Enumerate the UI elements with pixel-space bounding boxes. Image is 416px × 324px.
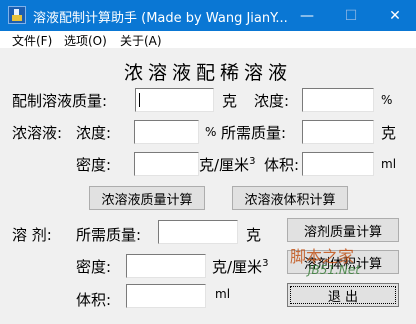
target-conc-label: 浓度: xyxy=(254,92,290,110)
concentrated-conc-unit: % xyxy=(205,125,217,139)
concentrated-mass-unit: 克 xyxy=(381,124,397,142)
solvent-mass-unit: 克 xyxy=(246,226,262,244)
target-conc-input[interactable] xyxy=(302,88,374,112)
calc-solvent-mass-button[interactable]: 溶剂质量计算 xyxy=(287,218,399,242)
menu-file[interactable]: 文件(F) xyxy=(12,32,52,49)
minimize-button[interactable]: — xyxy=(286,0,328,31)
calc-solvent-volume-button[interactable]: 溶剂体积计算 xyxy=(287,250,399,274)
concentrated-density-label: 密度: xyxy=(76,156,112,174)
concentrated-conc-label: 浓度: xyxy=(76,124,112,142)
target-conc-unit: % xyxy=(381,93,393,107)
density-exponent: 3 xyxy=(249,156,256,167)
target-mass-unit: 克 xyxy=(222,92,238,110)
concentrated-density-input[interactable] xyxy=(134,152,199,176)
title-bar[interactable]: 溶液配制计算助手 (Made by Wang JianY... — ☐ ✕ xyxy=(0,0,416,31)
solvent-mass-input[interactable] xyxy=(158,220,238,244)
calc-concentrated-volume-button[interactable]: 浓溶液体积计算 xyxy=(232,186,348,210)
window-title: 溶液配制计算助手 (Made by Wang JianY... xyxy=(33,11,288,26)
maximize-button[interactable]: ☐ xyxy=(330,0,372,31)
menu-bar: 文件(F) 选项(O) 关于(A) xyxy=(0,31,416,48)
solvent-density-unit: 克/厘米3 xyxy=(212,258,269,276)
solvent-volume-input[interactable] xyxy=(126,284,206,308)
concentrated-mass-input[interactable] xyxy=(302,120,374,144)
calc-concentrated-mass-button[interactable]: 浓溶液质量计算 xyxy=(89,186,205,210)
solvent-density-label: 密度: xyxy=(76,258,112,276)
text-caret xyxy=(139,93,140,107)
solvent-mass-label: 所需质量: xyxy=(76,226,142,244)
solvent-volume-label: 体积: xyxy=(76,291,112,309)
main-panel: 浓溶液配稀溶液 配制溶液质量: 克 浓度: % 浓溶液: 浓度: % 所需质量:… xyxy=(0,48,416,324)
solvent-density-input[interactable] xyxy=(126,254,206,278)
concentrated-conc-input[interactable] xyxy=(134,120,199,144)
concentrated-volume-label: 体积: xyxy=(264,156,300,174)
density-exponent: 3 xyxy=(262,258,269,269)
exit-button[interactable]: 退 出 xyxy=(287,283,399,307)
target-mass-label: 配制溶液质量: xyxy=(12,92,108,110)
concentrated-volume-input[interactable] xyxy=(302,152,374,176)
app-icon[interactable] xyxy=(8,6,26,24)
target-mass-input[interactable] xyxy=(135,88,214,112)
solvent-volume-unit: ml xyxy=(215,287,231,301)
page-title: 浓溶液配稀溶液 xyxy=(123,62,292,84)
solvent-label: 溶 剂: xyxy=(12,226,52,244)
menu-options[interactable]: 选项(O) xyxy=(64,32,107,49)
concentrated-volume-unit: ml xyxy=(381,157,397,171)
concentrated-label: 浓溶液: xyxy=(12,124,63,142)
menu-about[interactable]: 关于(A) xyxy=(120,32,162,49)
close-button[interactable]: ✕ xyxy=(374,0,416,31)
concentrated-density-unit: 克/厘米3 xyxy=(199,156,256,174)
concentrated-mass-label: 所需质量: xyxy=(221,124,287,142)
